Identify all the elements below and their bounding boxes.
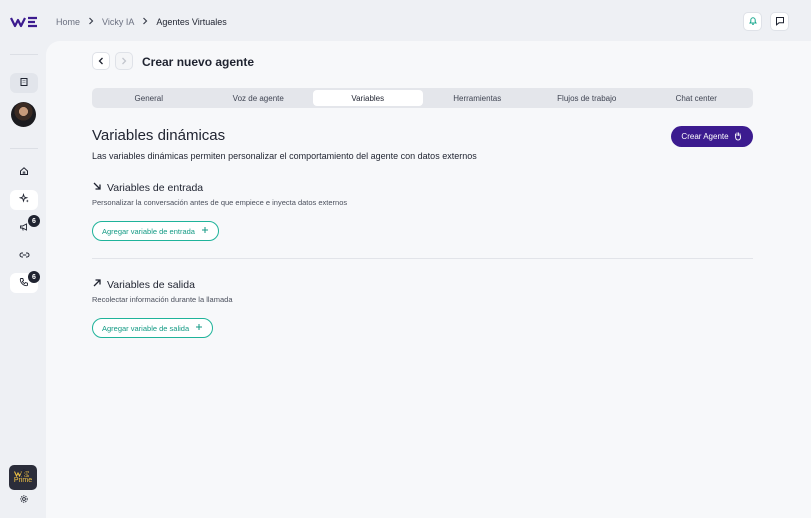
tab-flujos-de-trabajo[interactable]: Flujos de trabajo <box>532 90 642 106</box>
input-variables-title: Variables de entrada <box>92 181 203 194</box>
breadcrumb: Home Vicky IA Agentes Virtuales <box>56 17 227 27</box>
bell-icon <box>748 13 758 31</box>
breadcrumb-home[interactable]: Home <box>56 17 80 27</box>
sidebar-item-ai[interactable] <box>10 190 38 210</box>
plus-icon <box>201 226 209 236</box>
section-description: Las variables dinámicas permiten persona… <box>92 151 477 161</box>
output-variables-label: Variables de salida <box>107 278 195 291</box>
input-variables-description: Personalizar la conversación antes de qu… <box>92 198 348 207</box>
back-button[interactable] <box>92 52 110 70</box>
input-variables-label: Variables de entrada <box>107 181 204 194</box>
add-output-variable-button[interactable]: Agregar variable de salida <box>92 318 214 338</box>
arrow-up-right-icon <box>92 278 102 291</box>
sidebar-item-home[interactable] <box>10 162 38 182</box>
page-title: Crear nuevo agente <box>142 55 255 69</box>
breadcrumb-current: Agentes Virtuales <box>156 17 227 27</box>
hand-icon <box>733 131 743 143</box>
sidebar-divider <box>10 148 38 149</box>
tab-general[interactable]: General <box>94 90 204 106</box>
gear-icon <box>19 465 29 483</box>
tab-variables[interactable]: Variables <box>313 90 423 106</box>
notifications-button[interactable] <box>743 12 762 31</box>
gear-icon <box>19 491 29 509</box>
user-avatar[interactable] <box>11 102 36 127</box>
forward-button[interactable] <box>115 52 133 70</box>
we-logo[interactable] <box>10 15 38 29</box>
create-agent-button[interactable]: Crear Agente <box>671 126 753 147</box>
messages-button[interactable] <box>770 12 789 31</box>
calls-badge: 6 <box>28 271 40 283</box>
tab-voz-de-agente[interactable]: Voz de agente <box>204 90 314 106</box>
link-icon <box>19 247 30 265</box>
section-title: Variables dinámicas <box>92 127 226 144</box>
sidebar: 6 6 Prime <box>0 44 46 518</box>
create-agent-label: Crear Agente <box>681 132 729 141</box>
chevron-right-icon <box>142 17 148 27</box>
campaigns-badge: 6 <box>28 215 40 227</box>
top-bar: Home Vicky IA Agentes Virtuales <box>0 0 811 44</box>
sidebar-item-settings[interactable] <box>10 464 38 484</box>
add-input-variable-button[interactable]: Agregar variable de entrada <box>92 221 219 241</box>
main-panel: Crear nuevo agente General Voz de agente… <box>46 41 811 518</box>
add-output-variable-label: Agregar variable de salida <box>102 323 190 333</box>
chevron-right-icon <box>121 52 127 70</box>
home-icon <box>19 163 29 181</box>
section-divider <box>92 258 753 259</box>
plus-icon <box>195 323 203 333</box>
chat-icon <box>775 13 785 31</box>
chevron-left-icon <box>98 52 104 70</box>
output-variables-description: Recolectar información durante la llamad… <box>92 295 233 304</box>
tab-chat-center[interactable]: Chat center <box>642 90 752 106</box>
breadcrumb-vicky-ia[interactable]: Vicky IA <box>102 17 134 27</box>
sidebar-item-integrations[interactable] <box>10 246 38 266</box>
tab-herramientas[interactable]: Herramientas <box>423 90 533 106</box>
sidebar-item-building[interactable] <box>10 73 38 93</box>
sidebar-item-preferences[interactable] <box>10 490 38 510</box>
tab-bar: General Voz de agente Variables Herramie… <box>92 88 753 108</box>
sidebar-divider <box>10 54 38 55</box>
sparkles-icon <box>18 191 30 209</box>
building-icon <box>19 74 29 92</box>
chevron-right-icon <box>88 17 94 27</box>
arrow-down-right-icon <box>92 181 102 194</box>
add-input-variable-label: Agregar variable de entrada <box>102 226 195 236</box>
output-variables-title: Variables de salida <box>92 278 195 291</box>
